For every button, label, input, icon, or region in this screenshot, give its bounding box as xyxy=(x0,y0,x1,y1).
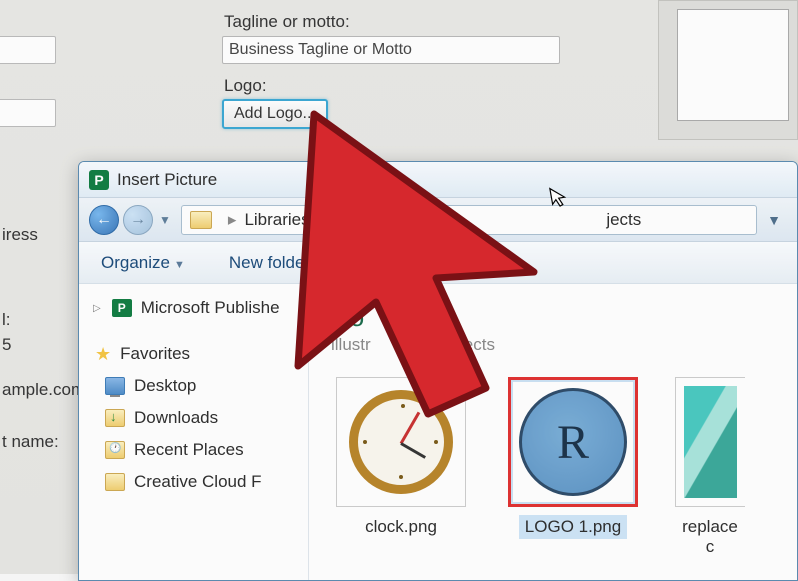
breadcrumb-sep-icon: ▸ xyxy=(228,210,237,230)
preview-thumb xyxy=(677,9,789,121)
file-name: replace c xyxy=(675,515,745,559)
breadcrumb-sep-icon: ▸ xyxy=(318,210,327,230)
logo-icon: R xyxy=(519,388,627,496)
nav-back-button[interactable]: ← xyxy=(89,205,119,235)
address-bar[interactable]: ▸ Libraries ▸ XXXXXXXXXXXXXXXXXXXXXXXX j… xyxy=(181,205,757,235)
dialog-navbar: ← → ▼ ▸ Libraries ▸ XXXXXXXXXXXXXXXXXXXX… xyxy=(79,198,797,242)
sidebar-item-favorites[interactable]: ★ Favorites xyxy=(79,338,308,370)
dialog-body: ▷ P Microsoft Publishe ★ Favorites Deskt… xyxy=(79,284,797,580)
sidebar-item-label: Favorites xyxy=(120,344,190,364)
sidebar-item-label: Downloads xyxy=(134,408,218,428)
logo-label: Logo: xyxy=(224,76,267,96)
file-item-logo[interactable]: R LOGO 1.png xyxy=(503,377,643,559)
partial-input-1[interactable] xyxy=(0,36,56,64)
sidebar-item-label: Creative Cloud F xyxy=(134,472,262,492)
breadcrumb-libraries[interactable]: Libraries xyxy=(244,210,309,230)
sidebar-item-creative-cloud[interactable]: Creative Cloud F xyxy=(79,466,308,498)
creative-cloud-icon xyxy=(105,473,125,491)
nav-forward-button[interactable]: → xyxy=(123,205,153,235)
library-title: Documents Library xyxy=(331,302,775,333)
publisher-app-icon: P xyxy=(89,170,109,190)
file-thumb xyxy=(675,377,745,507)
sidebar-item-label: Recent Places xyxy=(134,440,244,460)
partial-input-2[interactable] xyxy=(0,99,56,127)
file-list: clock.png R LOGO 1.png replace c xyxy=(331,377,775,559)
dialog-titlebar: P Insert Picture xyxy=(79,162,797,198)
sidebar-item-publisher[interactable]: ▷ P Microsoft Publishe xyxy=(79,292,308,324)
replace-thumb-icon xyxy=(684,386,737,498)
publisher-icon: P xyxy=(112,299,132,317)
file-name: LOGO 1.png xyxy=(519,515,627,539)
val-sample: ample.com xyxy=(2,380,85,400)
label-address-partial: iress xyxy=(2,225,38,245)
tagline-input[interactable] xyxy=(222,36,560,64)
add-logo-button[interactable]: Add Logo... xyxy=(222,99,328,129)
dialog-toolbar: Organize▼ New folder xyxy=(79,242,797,284)
sidebar-item-downloads[interactable]: Downloads xyxy=(79,402,308,434)
file-name: clock.png xyxy=(359,515,443,539)
val-5: 5 xyxy=(2,335,11,355)
downloads-icon xyxy=(105,409,125,427)
organize-menu[interactable]: Organize▼ xyxy=(101,253,185,273)
sidebar-item-recent-places[interactable]: Recent Places xyxy=(79,434,308,466)
preview-panel xyxy=(658,0,798,140)
breadcrumb-projects[interactable]: jects xyxy=(606,210,641,230)
tagline-label: Tagline or motto: xyxy=(224,12,350,32)
label-il: l: xyxy=(2,310,11,330)
sidebar-item-label: Microsoft Publishe xyxy=(141,298,280,318)
new-folder-button[interactable]: New folder xyxy=(229,253,310,273)
insert-picture-dialog: P Insert Picture ← → ▼ ▸ Libraries ▸ XXX… xyxy=(78,161,798,581)
recent-places-icon xyxy=(105,441,125,459)
nav-history-chevron[interactable]: ▼ xyxy=(159,213,171,227)
address-dropdown-icon[interactable]: ▼ xyxy=(767,212,781,228)
dialog-content: Documents Library illustrations > projec… xyxy=(309,284,797,580)
file-thumb xyxy=(336,377,466,507)
desktop-icon xyxy=(105,377,125,395)
clock-icon xyxy=(349,390,453,494)
folder-icon xyxy=(190,211,212,229)
library-subtitle: illustrations > projects xyxy=(331,335,775,355)
file-item-clock[interactable]: clock.png xyxy=(331,377,471,559)
label-tname: t name: xyxy=(2,432,59,452)
dialog-title: Insert Picture xyxy=(117,170,217,190)
sidebar-item-label: Desktop xyxy=(134,376,196,396)
star-icon: ★ xyxy=(95,345,111,363)
file-thumb: R xyxy=(508,377,638,507)
dialog-sidebar: ▷ P Microsoft Publishe ★ Favorites Deskt… xyxy=(79,284,309,580)
file-item-replace[interactable]: replace c xyxy=(675,377,745,559)
tree-expand-icon[interactable]: ▷ xyxy=(93,303,101,314)
sidebar-item-desktop[interactable]: Desktop xyxy=(79,370,308,402)
